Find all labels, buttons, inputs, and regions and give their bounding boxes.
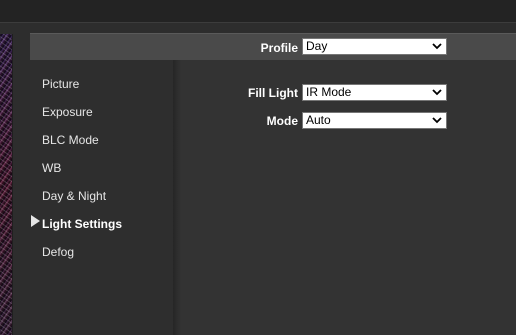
profile-label: Profile: [260, 41, 298, 55]
sidebar-item-day-night[interactable]: Day & Night: [42, 188, 106, 204]
settings-panel: [181, 60, 516, 335]
sidebar-item-defog[interactable]: Defog: [42, 244, 74, 260]
triangle-right-icon: [31, 215, 40, 227]
chevron-down-icon: [432, 43, 442, 50]
chevron-down-icon: [432, 117, 442, 124]
profile-select-value: Day: [306, 39, 328, 53]
sidebar-item-picture[interactable]: Picture: [42, 76, 79, 92]
sidebar-item-exposure[interactable]: Exposure: [42, 104, 93, 120]
sidebar-item-light-settings[interactable]: Light Settings: [42, 216, 122, 232]
sidebar-item-blc-mode[interactable]: BLC Mode: [42, 132, 99, 148]
camera-image-settings-page: Profile Day Picture Exposure BLC Mode WB…: [0, 0, 516, 335]
fill-light-select[interactable]: IR Mode: [302, 84, 447, 101]
top-bar: [0, 0, 516, 23]
sidebar-item-wb[interactable]: WB: [42, 160, 61, 176]
fill-light-label: Fill Light: [248, 86, 298, 100]
profile-select[interactable]: Day: [302, 38, 447, 55]
chevron-down-icon: [432, 89, 442, 96]
mode-select-value: Auto: [306, 113, 331, 127]
mode-select[interactable]: Auto: [302, 112, 447, 129]
sidebar-divider: [173, 60, 181, 335]
preview-divider: [12, 34, 13, 335]
fill-light-select-value: IR Mode: [306, 85, 352, 99]
mode-label: Mode: [266, 114, 298, 128]
